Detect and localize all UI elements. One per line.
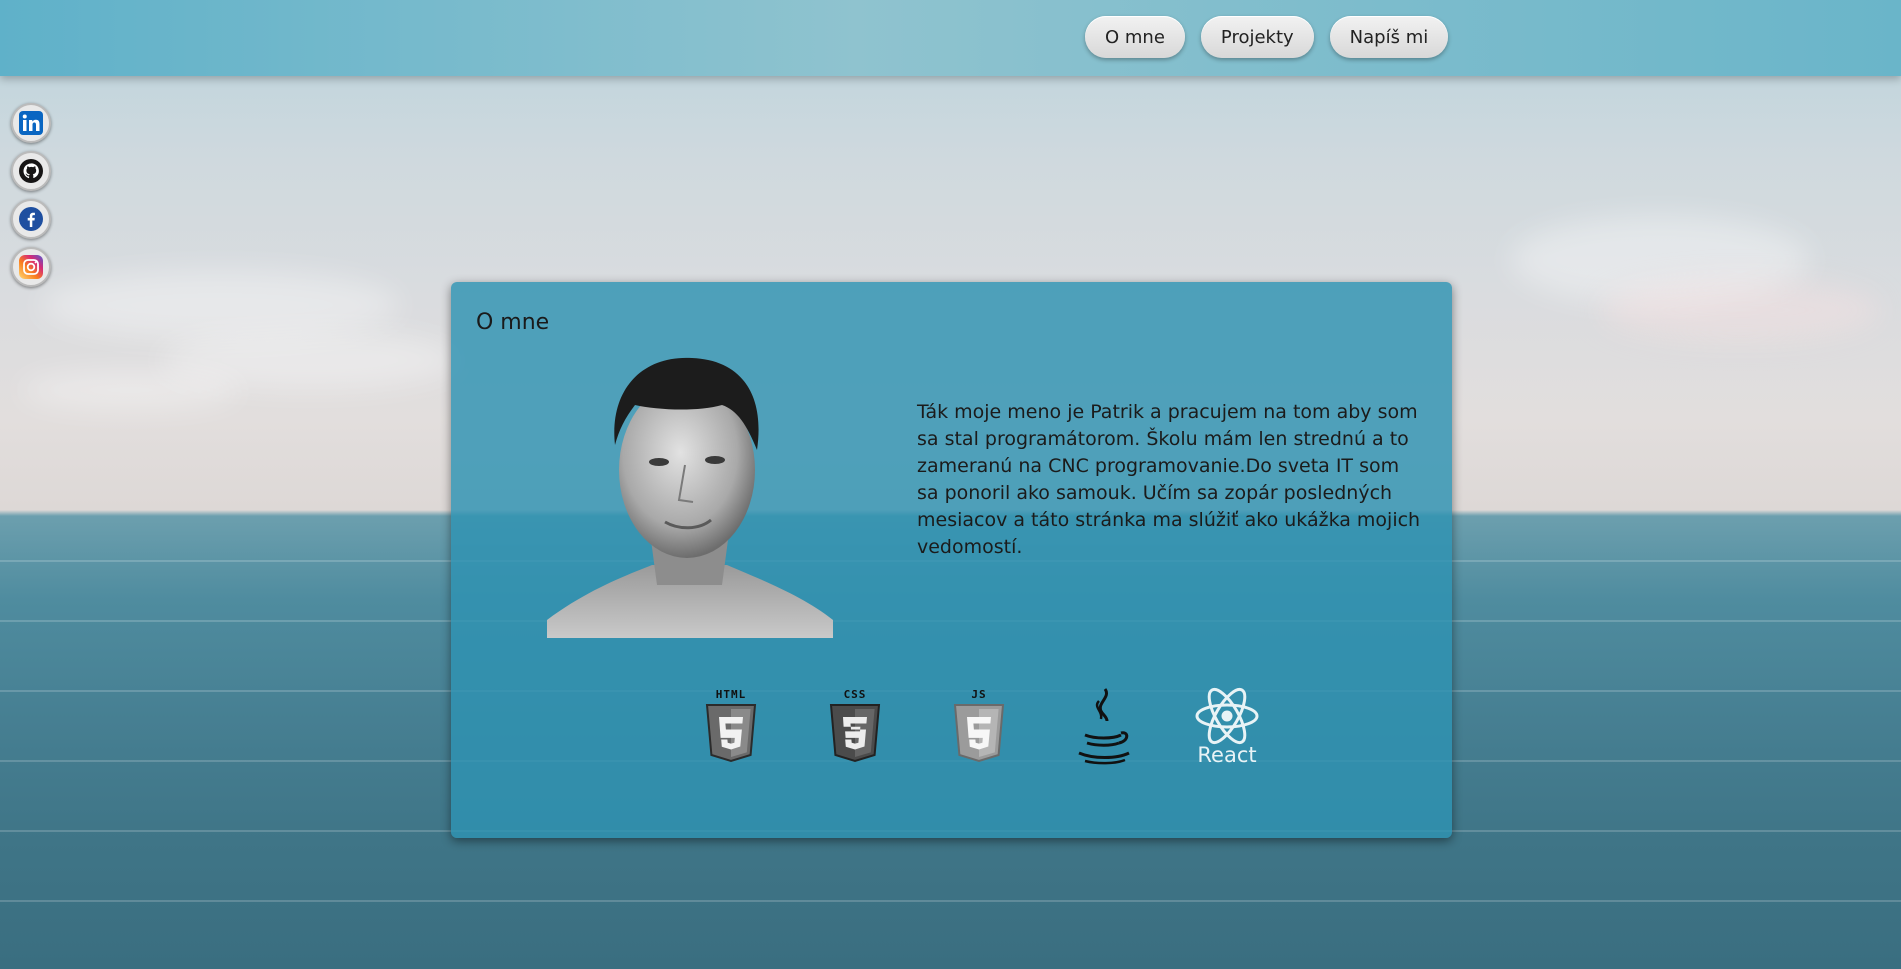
social-links: [11, 103, 51, 287]
react-icon: [1195, 687, 1259, 745]
react-label: React: [1197, 743, 1257, 767]
about-bio: Ták moje meno je Patrik a pracujem na to…: [917, 401, 1421, 558]
top-navbar: O mne Projekty Napíš mi: [0, 0, 1901, 76]
skill-js: JS: [929, 687, 1029, 767]
linkedin-icon: [19, 111, 43, 135]
js-icon: [953, 704, 1005, 763]
skill-css: CSS: [805, 687, 905, 767]
skill-html: HTML: [681, 687, 781, 767]
instagram-icon: [19, 255, 43, 279]
nav-contact-button[interactable]: Napíš mi: [1329, 16, 1449, 58]
js-label: JS: [971, 688, 987, 701]
github-icon: [19, 159, 43, 183]
instagram-link[interactable]: [11, 247, 51, 287]
html5-icon: [705, 704, 757, 763]
linkedin-link[interactable]: [11, 103, 51, 143]
about-title: O mne: [476, 310, 550, 335]
about-card: O mne Ták moje meno je Patrik a pracujem…: [451, 282, 1452, 838]
skills-list: HTML CSS JS React: [681, 687, 1277, 767]
css-label: CSS: [843, 688, 867, 701]
css3-icon: [829, 704, 881, 763]
skill-java: [1053, 687, 1153, 767]
nav-projects-button[interactable]: Projekty: [1200, 16, 1314, 58]
facebook-icon: [19, 207, 43, 231]
java-icon: [1078, 688, 1130, 765]
nav-about-button[interactable]: O mne: [1085, 16, 1185, 58]
github-link[interactable]: [11, 151, 51, 191]
facebook-link[interactable]: [11, 199, 51, 239]
skill-react: React: [1177, 687, 1277, 767]
portrait-photo: [547, 357, 833, 638]
html-label: HTML: [715, 688, 747, 701]
main-nav: O mne Projekty Napíš mi: [1085, 16, 1449, 58]
